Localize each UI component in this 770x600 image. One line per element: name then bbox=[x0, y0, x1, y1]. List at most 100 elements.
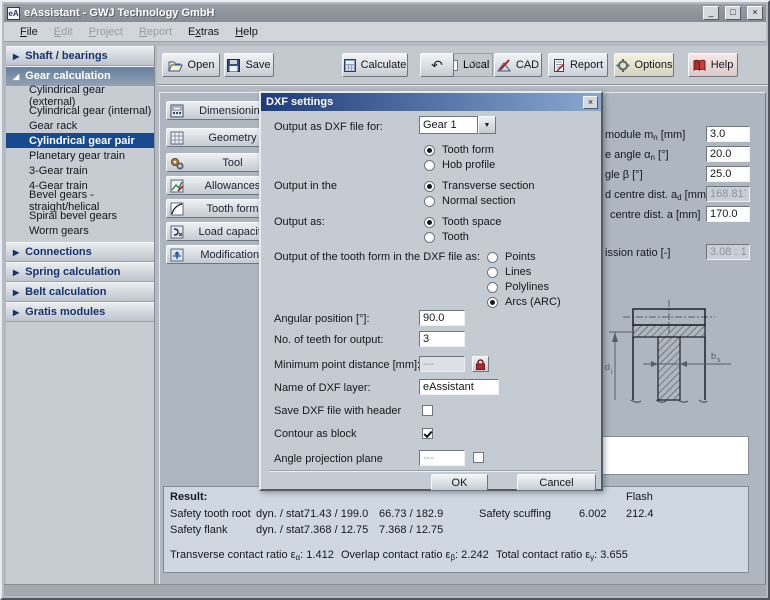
sidebar-section-shaft-bearings[interactable]: ▶ Shaft / bearings bbox=[6, 46, 154, 66]
geometry-icon bbox=[170, 131, 184, 145]
help-button[interactable]: Help bbox=[688, 53, 738, 77]
result-row2-v1: 7.368 / 12.75 bbox=[304, 524, 368, 536]
contour-block-checkbox[interactable] bbox=[422, 428, 433, 439]
menu-file[interactable]: File bbox=[12, 24, 46, 40]
close-button[interactable]: × bbox=[747, 6, 763, 20]
angular-position-input[interactable] bbox=[419, 310, 465, 326]
undo-button[interactable]: ↶ bbox=[420, 53, 454, 77]
sidebar-section-belt-calculation[interactable]: ▶ Belt calculation bbox=[6, 282, 154, 302]
options-button[interactable]: Options bbox=[614, 53, 674, 77]
collapsed-triangle-icon: ▶ bbox=[13, 248, 19, 257]
result-ratio-total: Total contact ratio εγ: 3.655 bbox=[496, 549, 628, 562]
param-input-helix-angle[interactable] bbox=[706, 166, 750, 182]
result-row1-v1: 71.43 / 199.0 bbox=[304, 508, 368, 520]
result-row2-v2: 7.368 / 12.75 bbox=[379, 524, 443, 536]
sidebar-section-spring-calculation[interactable]: ▶ Spring calculation bbox=[6, 262, 154, 282]
min-point-distance-label: Minimum point distance [mm]: bbox=[274, 359, 420, 371]
points-radio[interactable] bbox=[487, 252, 498, 263]
hob-profile-radio-label[interactable]: Hob profile bbox=[442, 159, 495, 171]
open-button[interactable]: Open bbox=[162, 53, 220, 77]
maximize-icon: □ bbox=[730, 7, 735, 17]
collapsed-triangle-icon: ▶ bbox=[13, 308, 19, 317]
sidebar-section-connections[interactable]: ▶ Connections bbox=[6, 242, 154, 262]
param-label-transmission-ratio: ission ratio [-] bbox=[605, 247, 670, 259]
tooth-space-radio[interactable] bbox=[424, 217, 435, 228]
undo-icon: ↶ bbox=[431, 57, 443, 74]
calculator-icon bbox=[344, 59, 356, 72]
tooth-radio-label[interactable]: Tooth bbox=[442, 231, 469, 243]
arcs-radio-label[interactable]: Arcs (ARC) bbox=[505, 296, 561, 308]
tooth-form-radio[interactable] bbox=[424, 145, 435, 156]
menu-help[interactable]: Help bbox=[227, 24, 266, 40]
tooth-space-radio-label[interactable]: Tooth space bbox=[442, 216, 501, 228]
dxf-settings-dialog: DXF settings × Output as DXF file for: G… bbox=[259, 91, 603, 491]
gear-select[interactable]: Gear 1 ▼ bbox=[419, 116, 496, 134]
normal-section-radio-label[interactable]: Normal section bbox=[442, 195, 515, 207]
allowances-icon bbox=[170, 179, 184, 193]
app-icon: eA bbox=[7, 7, 20, 20]
angle-projection-checkbox[interactable] bbox=[473, 452, 484, 463]
cancel-button[interactable]: Cancel bbox=[517, 474, 596, 491]
sidebar-item-gear-rack[interactable]: Gear rack bbox=[6, 118, 154, 133]
status-bar bbox=[4, 584, 766, 596]
sidebar-item-3-gear-train[interactable]: 3-Gear train bbox=[6, 163, 154, 178]
menu-bar: File Edit Project Report Extras Help bbox=[4, 22, 766, 42]
arcs-radio[interactable] bbox=[487, 297, 498, 308]
sidebar-item-bevel-gears[interactable]: Bevel gears - straight/helical bbox=[6, 193, 154, 208]
sidebar-gear-list: Cylindrical gear (external) Cylindrical … bbox=[6, 86, 154, 242]
save-button[interactable]: Save bbox=[224, 53, 274, 77]
param-input-pressure-angle[interactable] bbox=[706, 146, 750, 162]
collapsed-triangle-icon: ▶ bbox=[13, 268, 19, 277]
save-header-checkbox[interactable] bbox=[422, 405, 433, 416]
sidebar-item-cylindrical-gear-pair[interactable]: Cylindrical gear pair bbox=[6, 133, 154, 148]
teeth-output-input[interactable] bbox=[419, 331, 465, 347]
gear-select-button[interactable]: ▼ bbox=[478, 116, 496, 134]
min-point-distance-input bbox=[419, 356, 465, 372]
tooth-radio[interactable] bbox=[424, 232, 435, 243]
report-button[interactable]: Report bbox=[548, 53, 608, 77]
title-bar: eA eAssistant - GWJ Technology GmbH _ □ … bbox=[4, 4, 766, 22]
menu-extras[interactable]: Extras bbox=[180, 24, 227, 40]
calculate-button[interactable]: Calculate bbox=[342, 53, 408, 77]
result-panel: Result: Flash Safety tooth root dyn. / s… bbox=[163, 486, 749, 573]
lock-button[interactable] bbox=[472, 356, 489, 372]
transverse-section-radio-label[interactable]: Transverse section bbox=[442, 180, 535, 192]
result-col-flash: Flash bbox=[626, 491, 653, 503]
lines-radio-label[interactable]: Lines bbox=[505, 266, 531, 278]
param-input-centre-dist[interactable] bbox=[706, 206, 750, 222]
result-row1-name: Safety tooth root bbox=[170, 508, 251, 520]
redo-icon: ↷ bbox=[469, 57, 481, 74]
tooth-form-radio-label[interactable]: Tooth form bbox=[442, 144, 494, 156]
cad-button[interactable]: CAD bbox=[494, 53, 542, 77]
gear-select-value[interactable]: Gear 1 bbox=[419, 116, 478, 134]
polylines-radio[interactable] bbox=[487, 282, 498, 293]
lines-radio[interactable] bbox=[487, 267, 498, 278]
hob-profile-radio[interactable] bbox=[424, 160, 435, 171]
sidebar-item-worm-gears[interactable]: Worm gears bbox=[6, 223, 154, 238]
toolbar: Open Save Local Calculate ↶ ↷ CAD Report bbox=[157, 46, 768, 86]
param-input-module[interactable] bbox=[706, 126, 750, 142]
dialog-title: DXF settings bbox=[266, 96, 583, 108]
expanded-triangle-icon: ◢ bbox=[13, 72, 19, 81]
transverse-section-radio[interactable] bbox=[424, 181, 435, 192]
sidebar-item-planetary-gear-train[interactable]: Planetary gear train bbox=[6, 148, 154, 163]
angular-position-label: Angular position [°]: bbox=[274, 313, 370, 325]
result-title: Result: bbox=[170, 491, 207, 503]
dialog-title-bar[interactable]: DXF settings × bbox=[261, 93, 601, 111]
sidebar: ▶ Shaft / bearings ◢ Gear calculation Cy… bbox=[6, 46, 155, 588]
angle-projection-input[interactable] bbox=[419, 450, 465, 466]
ok-button[interactable]: OK bbox=[431, 474, 488, 491]
menu-edit: Edit bbox=[46, 24, 81, 40]
normal-section-radio[interactable] bbox=[424, 196, 435, 207]
close-icon: × bbox=[588, 97, 593, 107]
dxf-layer-input[interactable] bbox=[419, 379, 499, 395]
sidebar-item-cylindrical-gear-internal[interactable]: Cylindrical gear (internal) bbox=[6, 103, 154, 118]
maximize-button[interactable]: □ bbox=[725, 6, 741, 20]
points-radio-label[interactable]: Points bbox=[505, 251, 536, 263]
minimize-button[interactable]: _ bbox=[703, 6, 719, 20]
dialog-close-button[interactable]: × bbox=[583, 96, 598, 109]
sidebar-section-gratis-modules[interactable]: ▶ Gratis modules bbox=[6, 302, 154, 322]
sidebar-item-cylindrical-gear-external[interactable]: Cylindrical gear (external) bbox=[6, 88, 154, 103]
polylines-radio-label[interactable]: Polylines bbox=[505, 281, 549, 293]
teeth-output-label: No. of teeth for output: bbox=[274, 334, 383, 346]
